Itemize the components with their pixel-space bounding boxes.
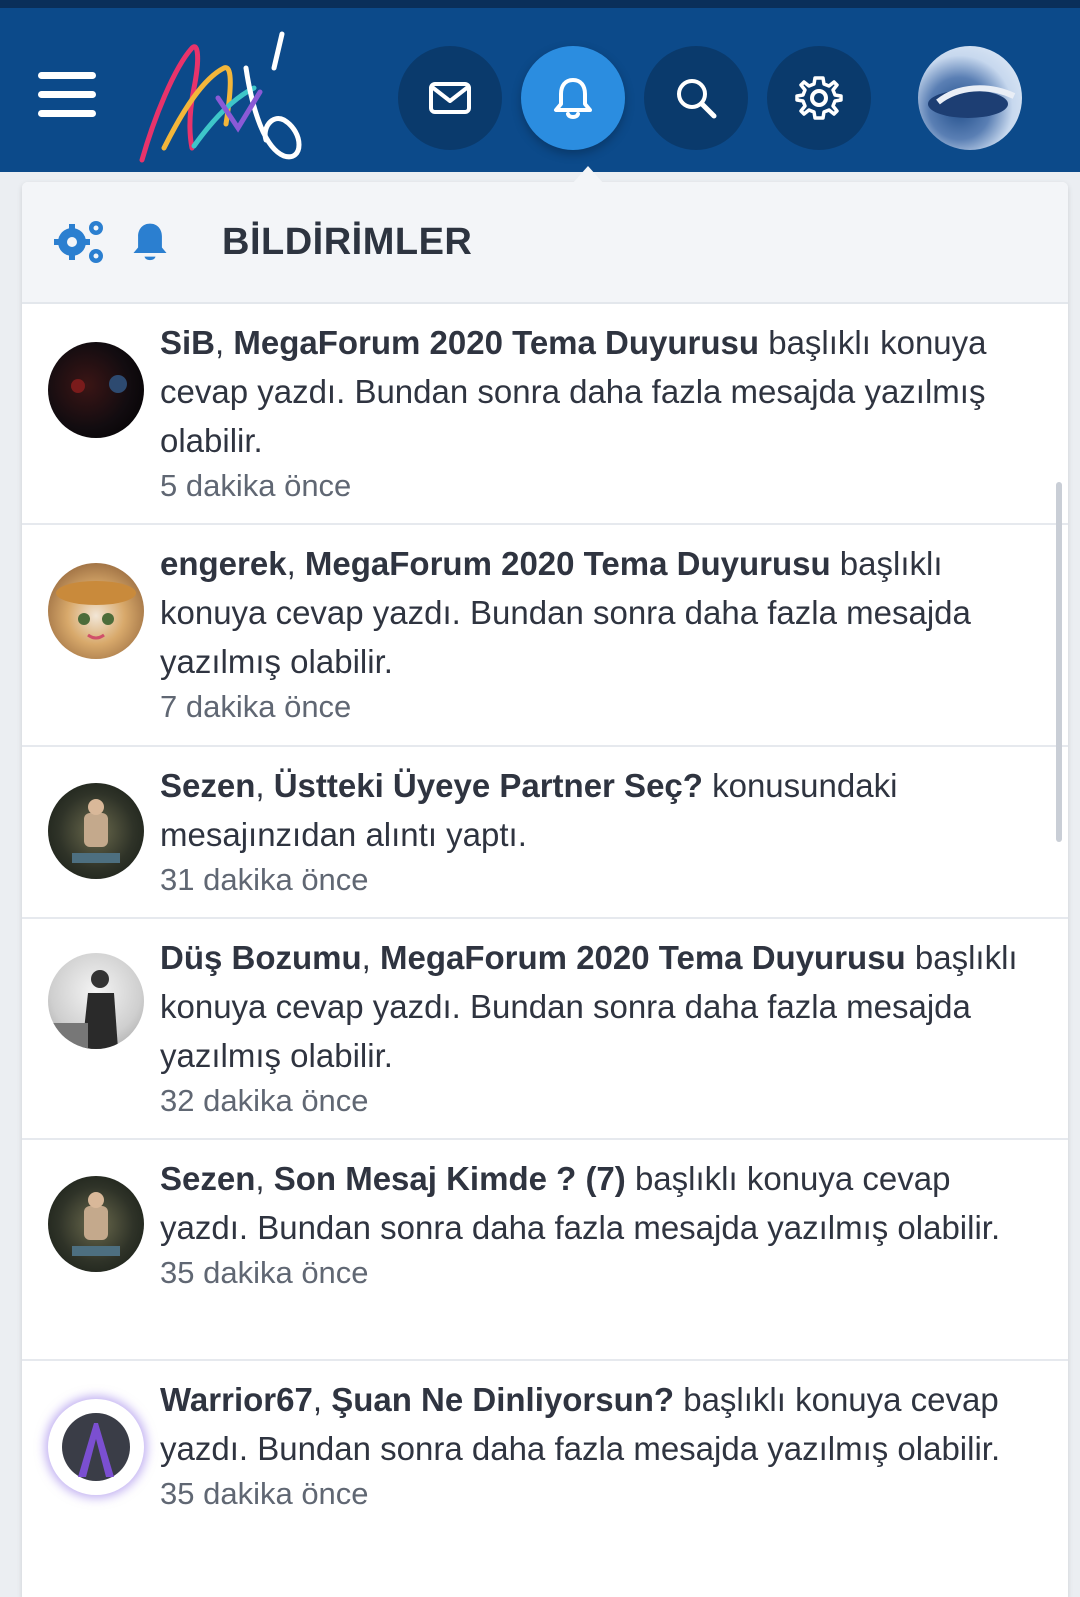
username-link[interactable]: SiB [160, 324, 215, 361]
avatar[interactable] [48, 1176, 144, 1272]
notification-text: Warrior67, Şuan Ne Dinliyorsun? başlıklı… [160, 1381, 1001, 1467]
notification-item[interactable]: Sezen, Üstteki Üyeye Partner Seç? konusu… [22, 747, 1068, 919]
gears-icon [54, 221, 103, 263]
username-link[interactable]: engerek [160, 545, 287, 582]
site-logo[interactable] [134, 28, 304, 168]
envelope-icon [429, 82, 471, 114]
messages-button[interactable] [398, 46, 502, 150]
panel-title: BİLDİRİMLER [222, 220, 473, 263]
notification-settings-button[interactable] [52, 214, 108, 270]
menu-icon[interactable] [38, 66, 98, 122]
topic-link[interactable]: Şuan Ne Dinliyorsun? [331, 1381, 674, 1418]
search-button[interactable] [644, 46, 748, 150]
topic-link[interactable]: MegaForum 2020 Tema Duyurusu [233, 324, 759, 361]
avatar[interactable] [48, 563, 144, 659]
timestamp: 7 dakika önce [160, 689, 352, 724]
top-bar [0, 0, 1080, 172]
notification-item[interactable]: engerek, MegaForum 2020 Tema Duyurusu ba… [22, 525, 1068, 747]
notifications-button[interactable] [521, 46, 625, 150]
notification-text: SiB, MegaForum 2020 Tema Duyurusu başlık… [160, 324, 987, 459]
topic-link[interactable]: MegaForum 2020 Tema Duyurusu [305, 545, 831, 582]
search-icon [677, 79, 717, 119]
notification-text: Sezen, Son Mesaj Kimde ? (7) başlıklı ko… [160, 1160, 1001, 1246]
gear-icon [795, 76, 843, 120]
timestamp: 35 dakika önce [160, 1476, 369, 1511]
notification-item[interactable]: Sezen, Son Mesaj Kimde ? (7) başlıklı ko… [22, 1140, 1068, 1361]
avatar[interactable] [48, 783, 144, 879]
avatar[interactable] [48, 1399, 144, 1495]
popup-caret [572, 166, 604, 184]
page: BİLDİRİMLER SiB, MegaForum 2020 Tema Duy… [0, 0, 1080, 1597]
timestamp: 5 dakika önce [160, 468, 352, 503]
notification-text: engerek, MegaForum 2020 Tema Duyurusu ba… [160, 545, 971, 680]
notification-bell-button[interactable] [122, 214, 178, 270]
notification-item[interactable]: Düş Bozumu, MegaForum 2020 Tema Duyurusu… [22, 919, 1068, 1140]
timestamp: 32 dakika önce [160, 1083, 369, 1118]
user-avatar[interactable] [918, 46, 1022, 150]
panel-header: BİLDİRİMLER [22, 182, 1068, 304]
notification-item[interactable]: SiB, MegaForum 2020 Tema Duyurusu başlık… [22, 304, 1068, 525]
username-link[interactable]: Sezen [160, 1160, 255, 1197]
topic-link[interactable]: MegaForum 2020 Tema Duyurusu [380, 939, 906, 976]
timestamp: 31 dakika önce [160, 862, 369, 897]
timestamp: 35 dakika önce [160, 1255, 369, 1290]
scrollbar[interactable] [1056, 482, 1062, 842]
avatar[interactable] [48, 953, 144, 1049]
notification-text: Düş Bozumu, MegaForum 2020 Tema Duyurusu… [160, 939, 1018, 1074]
avatar[interactable] [48, 342, 144, 438]
settings-button[interactable] [767, 46, 871, 150]
username-link[interactable]: Sezen [160, 767, 255, 804]
notifications-panel: BİLDİRİMLER SiB, MegaForum 2020 Tema Duy… [22, 182, 1068, 1597]
bell-icon [554, 78, 592, 119]
topic-link[interactable]: Üstteki Üyeye Partner Seç? [274, 767, 703, 804]
username-link[interactable]: Düş Bozumu [160, 939, 362, 976]
topic-link[interactable]: Son Mesaj Kimde ? (7) [274, 1160, 626, 1197]
username-link[interactable]: Warrior67 [160, 1381, 313, 1418]
notification-item[interactable]: Warrior67, Şuan Ne Dinliyorsun? başlıklı… [22, 1361, 1068, 1591]
bell-icon [133, 223, 167, 261]
notification-text: Sezen, Üstteki Üyeye Partner Seç? konusu… [160, 767, 898, 853]
